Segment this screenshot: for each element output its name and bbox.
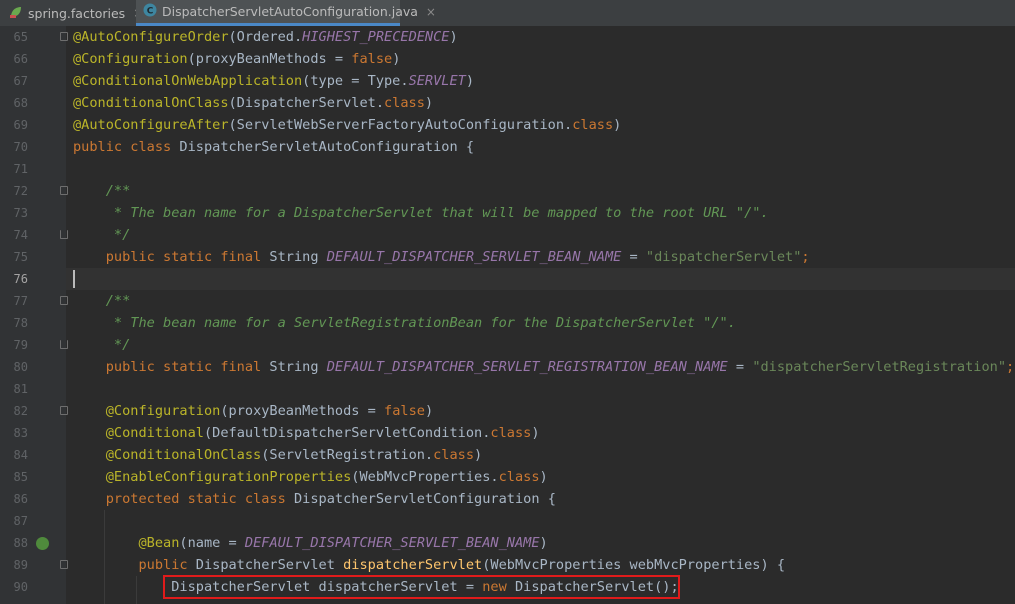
close-icon[interactable]: ×: [426, 5, 436, 19]
fold-toggle-icon[interactable]: [60, 186, 68, 195]
code-line-70: public class DispatcherServletAutoConfig…: [73, 139, 475, 155]
code-line-86: protected static class DispatcherServlet…: [73, 491, 556, 507]
tab-dispatcher-servlet-auto-configuration[interactable]: C DispatcherServletAutoConfiguration.jav…: [136, 0, 436, 26]
code-line-72: /**: [73, 183, 131, 199]
line-number: 71: [13, 162, 28, 176]
fold-toggle-icon[interactable]: [60, 406, 68, 415]
spring-bean-gutter-icon[interactable]: [36, 537, 49, 550]
fold-toggle-icon[interactable]: [60, 560, 68, 569]
fold-end-icon[interactable]: [60, 340, 68, 349]
code-line-79: */: [73, 337, 131, 353]
code-line-88: @Bean(name = DEFAULT_DISPATCHER_SERVLET_…: [73, 535, 548, 551]
fold-end-icon[interactable]: [60, 230, 68, 239]
code-line-89: public DispatcherServlet dispatcherServl…: [73, 557, 786, 573]
line-number: 67: [13, 74, 28, 88]
line-number: 68: [13, 96, 28, 110]
line-number: 66: [13, 52, 28, 66]
line-number: 78: [13, 316, 28, 330]
editor-tab-bar: spring.factories × C DispatcherServletAu…: [0, 0, 1015, 27]
line-number: 70: [13, 140, 28, 154]
line-number: 83: [13, 426, 28, 440]
text-caret: [73, 270, 75, 288]
line-number: 85: [13, 470, 28, 484]
line-number: 87: [13, 514, 28, 528]
line-number: 75: [13, 250, 28, 264]
code-line-65: @AutoConfigureOrder(Ordered.HIGHEST_PREC…: [73, 29, 458, 45]
line-number: 76: [13, 272, 28, 286]
line-number: 69: [13, 118, 28, 132]
code-line-66: @Configuration(proxyBeanMethods = false): [73, 51, 401, 67]
code-line-74: */: [73, 227, 131, 243]
line-number: 72: [13, 184, 28, 198]
line-number: 82: [13, 404, 28, 418]
tab-label: DispatcherServletAutoConfiguration.java: [162, 4, 418, 19]
code-line-78: * The bean name for a ServletRegistratio…: [73, 315, 736, 331]
code-line-80: public static final String DEFAULT_DISPA…: [73, 359, 1015, 375]
svg-text:C: C: [147, 7, 154, 17]
line-number: 90: [13, 580, 28, 594]
highlight-box: [163, 575, 680, 599]
fold-toggle-icon[interactable]: [60, 32, 68, 41]
line-number: 84: [13, 448, 28, 462]
code-line-75: public static final String DEFAULT_DISPA…: [73, 249, 810, 265]
code-line-67: @ConditionalOnWebApplication(type = Type…: [73, 73, 475, 89]
code-line-77: /**: [73, 293, 131, 309]
line-number: 74: [13, 228, 28, 242]
code-line-69: @AutoConfigureAfter(ServletWebServerFact…: [73, 117, 622, 133]
code-line-73: * The bean name for a DispatcherServlet …: [73, 205, 769, 221]
code-line-82: @Configuration(proxyBeanMethods = false): [73, 403, 434, 419]
line-number: 73: [13, 206, 28, 220]
line-number: 86: [13, 492, 28, 506]
tab-spring-factories[interactable]: spring.factories ×: [8, 0, 143, 26]
java-class-icon: C: [142, 2, 158, 21]
line-number: 88: [13, 536, 28, 550]
tab-label: spring.factories: [28, 5, 126, 21]
code-line-85: @EnableConfigurationProperties(WebMvcPro…: [73, 469, 548, 485]
line-number: 89: [13, 558, 28, 572]
code-line-84: @ConditionalOnClass(ServletRegistration.…: [73, 447, 483, 463]
line-number: 77: [13, 294, 28, 308]
line-number: 79: [13, 338, 28, 352]
code-line-68: @ConditionalOnClass(DispatcherServlet.cl…: [73, 95, 434, 111]
current-line-highlight: [66, 268, 1015, 290]
spring-file-icon: [8, 4, 24, 23]
code-line-83: @Conditional(DefaultDispatcherServletCon…: [73, 425, 540, 441]
line-number: 65: [13, 30, 28, 44]
fold-toggle-icon[interactable]: [60, 296, 68, 305]
line-number: 81: [13, 382, 28, 396]
line-number: 80: [13, 360, 28, 374]
